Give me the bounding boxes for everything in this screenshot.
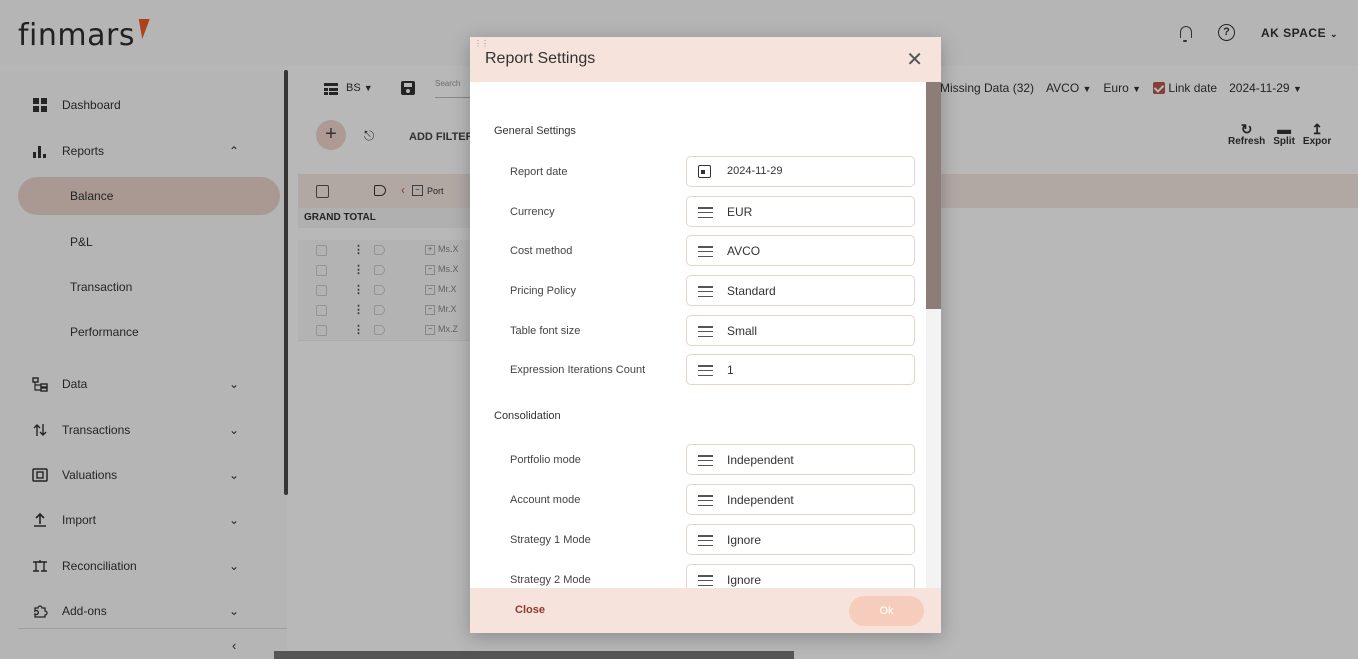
close-button[interactable]: Close — [515, 604, 545, 616]
report-date-field[interactable]: 2024-11-29 — [686, 156, 915, 187]
strategy-1-mode-row: Strategy 1 Mode Ignore — [470, 524, 926, 558]
portfolio-mode-field[interactable]: Independent — [686, 444, 915, 475]
dialog-scroll-thumb[interactable] — [926, 82, 941, 309]
portfolio-mode-row: Portfolio mode Independent — [470, 444, 926, 478]
cost-method-row: Cost method AVCO — [470, 235, 926, 269]
field-label: Table font size — [510, 325, 581, 337]
table-font-size-row: Table font size Small — [470, 315, 926, 349]
calendar-icon[interactable] — [698, 165, 711, 178]
field-label: Report date — [510, 166, 568, 178]
field-label: Portfolio mode — [510, 454, 581, 466]
general-settings-heading: General Settings — [494, 125, 576, 137]
menu-icon[interactable] — [698, 246, 713, 258]
currency-row: Currency EUR — [470, 196, 926, 230]
report-date-row: Report date 2024-11-29 — [470, 156, 926, 190]
expression-iterations-field[interactable]: 1 — [686, 354, 915, 385]
ok-button[interactable]: Ok — [849, 596, 924, 626]
field-label: Pricing Policy — [510, 285, 577, 297]
pricing-policy-row: Pricing Policy Standard — [470, 275, 926, 309]
table-font-size-field[interactable]: Small — [686, 315, 915, 346]
field-label: Expression Iterations Count — [510, 364, 646, 376]
menu-icon[interactable] — [698, 535, 713, 547]
field-label: Strategy 1 Mode — [510, 534, 591, 546]
pricing-policy-field[interactable]: Standard — [686, 275, 915, 306]
menu-icon[interactable] — [698, 365, 713, 377]
field-label: Account mode — [510, 494, 581, 506]
close-icon[interactable]: ✕ — [906, 47, 923, 72]
report-settings-dialog: ⋮⋮ Report Settings ✕ General Settings Re… — [470, 37, 941, 633]
expression-iterations-row: Expression Iterations Count 1 — [470, 354, 926, 388]
currency-field[interactable]: EUR — [686, 196, 915, 227]
consolidation-heading: Consolidation — [494, 410, 561, 422]
strategy-2-mode-row: Strategy 2 Mode Ignore — [470, 564, 926, 588]
strategy-1-mode-field[interactable]: Ignore — [686, 524, 915, 555]
menu-icon[interactable] — [698, 455, 713, 467]
dialog-footer: Close Ok — [470, 588, 941, 633]
cost-method-field[interactable]: AVCO — [686, 235, 915, 266]
account-mode-field[interactable]: Independent — [686, 484, 915, 515]
drag-handle-icon[interactable]: ⋮⋮ — [474, 40, 489, 48]
field-label: Cost method — [510, 245, 573, 257]
field-label: Currency — [510, 206, 555, 218]
account-mode-row: Account mode Independent — [470, 484, 926, 518]
dialog-header[interactable]: ⋮⋮ Report Settings ✕ — [470, 37, 941, 82]
strategy-2-mode-field[interactable]: Ignore — [686, 564, 915, 588]
dialog-body: General Settings Report date 2024-11-29 … — [470, 82, 941, 588]
field-label: Strategy 2 Mode — [510, 574, 591, 586]
dialog-title: Report Settings — [485, 50, 596, 67]
menu-icon[interactable] — [698, 495, 713, 507]
menu-icon[interactable] — [698, 286, 713, 298]
menu-icon[interactable] — [698, 575, 713, 587]
menu-icon[interactable] — [698, 207, 713, 219]
menu-icon[interactable] — [698, 326, 713, 338]
